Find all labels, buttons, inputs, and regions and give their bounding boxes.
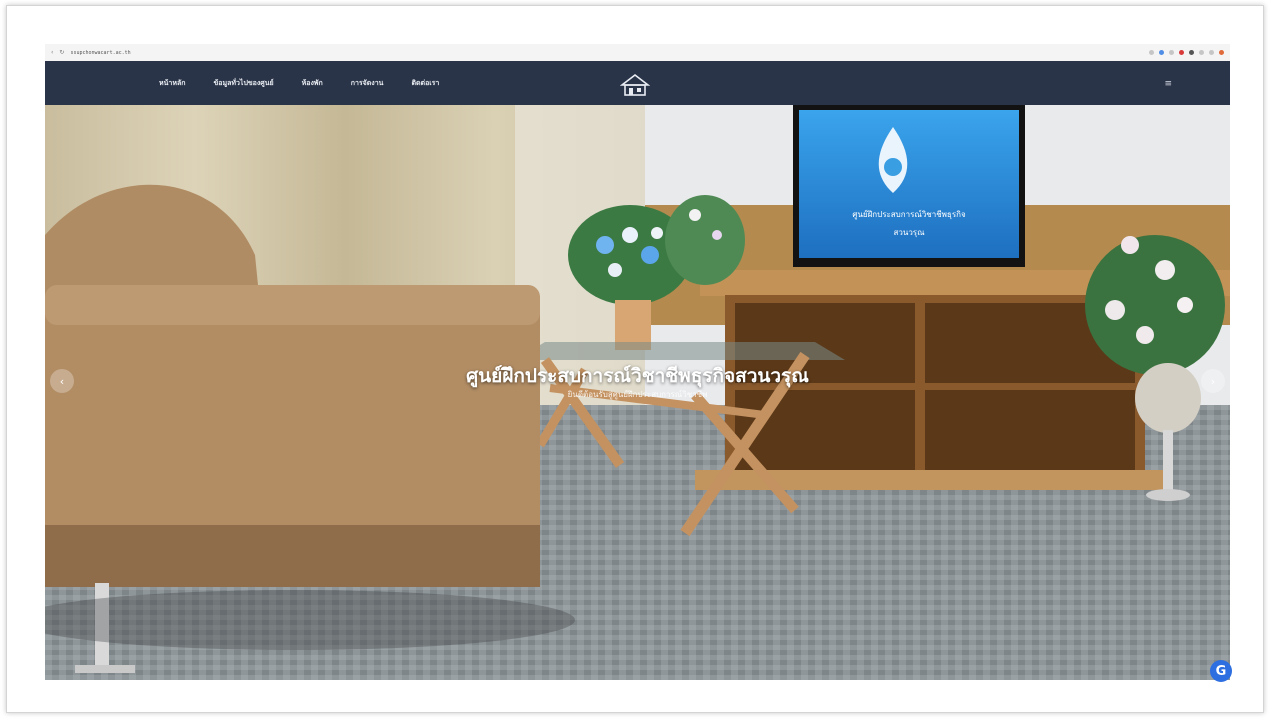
extension-icon[interactable] (1179, 50, 1184, 55)
chevron-right-icon: › (1210, 374, 1216, 388)
hero-title: ศูนย์ฝึกประสบการณ์วิชาชีพธุรกิจสวนวรุณ (466, 365, 809, 387)
extension-icon[interactable] (1199, 50, 1204, 55)
extension-icon[interactable] (1169, 50, 1174, 55)
extension-icon[interactable] (1159, 50, 1164, 55)
chat-icon: G (1215, 663, 1227, 679)
carousel-next-button[interactable]: › (1201, 369, 1225, 393)
nav-item-rooms[interactable]: ห้องพัก (302, 78, 323, 89)
nav-item-contact[interactable]: ติดต่อเรา (411, 78, 439, 89)
extension-icon[interactable] (1189, 50, 1194, 55)
menu-toggle-icon[interactable]: ≡ (1164, 79, 1172, 89)
extension-icons (1149, 50, 1224, 55)
back-icon[interactable]: ‹ (51, 49, 53, 56)
browser-toolbar: ‹ ↻ ssupchonwacart.ac.th (45, 44, 1230, 61)
site-logo[interactable] (620, 73, 650, 97)
chat-widget-button[interactable]: G (1210, 660, 1232, 682)
nav-item-events[interactable]: การจัดงาน (351, 78, 384, 89)
tv-text-line1: ศูนย์ฝึกประสบการณ์วิชาชีพธุรกิจ (852, 209, 966, 220)
hero-subtitle: ยินดีต้อนรับสู่ศูนย์ฝึกประสบการณ์วิชาชีพ (567, 390, 708, 399)
nav-item-about[interactable]: ข้อมูลทั่วไปของศูนย์ (213, 78, 273, 89)
extension-icon[interactable] (1149, 50, 1154, 55)
hero-carousel: ศูนย์ฝึกประสบการณ์วิชาชีพธุรกิจ สวนวรุณ (45, 105, 1230, 680)
top-navbar: หน้าหลัก ข้อมูลทั่วไปของศูนย์ ห้องพัก กา… (45, 61, 1230, 105)
nav-menu: หน้าหลัก ข้อมูลทั่วไปของศูนย์ ห้องพัก กา… (159, 78, 439, 89)
profile-avatar[interactable] (1219, 50, 1224, 55)
address-bar[interactable]: ssupchonwacart.ac.th (70, 50, 130, 56)
nav-item-home[interactable]: หน้าหลัก (159, 78, 185, 89)
tv-text-line2: สวนวรุณ (893, 228, 925, 237)
extension-icon[interactable] (1209, 50, 1214, 55)
chevron-left-icon: ‹ (59, 374, 65, 388)
reload-icon[interactable]: ↻ (59, 49, 64, 56)
carousel-prev-button[interactable]: ‹ (50, 369, 74, 393)
